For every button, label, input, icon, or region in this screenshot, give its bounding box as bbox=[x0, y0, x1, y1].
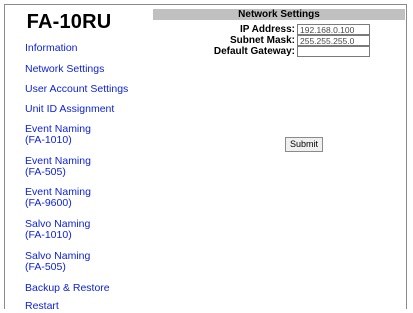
subnet-mask-field[interactable] bbox=[297, 35, 370, 46]
sidebar-item-network-settings[interactable]: Network Settings bbox=[25, 64, 143, 75]
sidebar-item-user-account-settings[interactable]: User Account Settings bbox=[25, 84, 143, 95]
sidebar-item-salvo-naming-fa-1010[interactable]: Salvo Naming (FA-1010) bbox=[25, 219, 143, 241]
default-gateway-label: Default Gateway: bbox=[213, 46, 295, 57]
section-header: Network Settings bbox=[153, 9, 405, 20]
sidebar-item-event-naming-fa-1010[interactable]: Event Naming (FA-1010) bbox=[25, 124, 143, 146]
ip-address-field[interactable] bbox=[297, 24, 370, 35]
default-gateway-row: Default Gateway: bbox=[153, 46, 405, 57]
sidebar-item-salvo-naming-fa-505[interactable]: Salvo Naming (FA-505) bbox=[25, 251, 143, 273]
ip-address-row: IP Address: bbox=[153, 24, 405, 35]
sidebar-item-information[interactable]: Information bbox=[25, 43, 143, 54]
sidebar-item-event-naming-fa-9600[interactable]: Event Naming (FA-9600) bbox=[25, 187, 143, 209]
main-panel: Network Settings IP Address: Subnet Mask… bbox=[153, 5, 406, 309]
sidebar-item-backup-restore[interactable]: Backup & Restore bbox=[25, 283, 143, 294]
device-title: FA-10RU bbox=[26, 11, 112, 33]
sidebar-nav: FA-10RU Information Network Settings Use… bbox=[5, 5, 145, 312]
sidebar-item-event-naming-fa-505[interactable]: Event Naming (FA-505) bbox=[25, 156, 143, 178]
subnet-mask-row: Subnet Mask: bbox=[153, 35, 405, 46]
ip-address-label: IP Address: bbox=[239, 24, 295, 35]
page-frame: FA-10RU Information Network Settings Use… bbox=[4, 4, 407, 312]
subnet-mask-label: Subnet Mask: bbox=[229, 35, 295, 46]
sidebar-item-unit-id-assignment[interactable]: Unit ID Assignment bbox=[25, 104, 143, 115]
default-gateway-field[interactable] bbox=[297, 46, 370, 57]
sidebar-item-restart[interactable]: Restart bbox=[25, 301, 143, 312]
submit-button[interactable]: Submit bbox=[285, 137, 323, 152]
